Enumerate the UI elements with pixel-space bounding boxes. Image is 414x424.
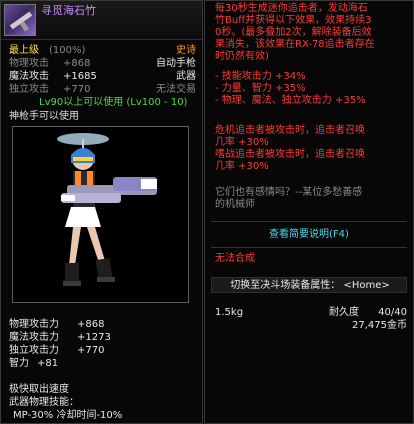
flavor-line: 它们也有感情吗？--某位多愁善感 — [215, 187, 363, 198]
flavor-line: 的机械师 — [215, 199, 255, 210]
attr-value: +770 — [63, 84, 91, 95]
item-grade-pct: (100%) — [49, 45, 86, 56]
base-attr-row-2: 魔法攻击 +1685 武器 — [1, 71, 202, 83]
effect-line: 竹Buff并获得以下效果，效果持续3 — [215, 15, 372, 26]
base-attr-row-1: 物理攻击 +868 自动手枪 — [1, 58, 202, 70]
durability-value: 40/40 — [378, 307, 407, 318]
crisis-line: 几率 +30% — [215, 161, 269, 172]
skill-bonus: MP-30% 冷却时间-10% — [13, 410, 123, 421]
divider — [211, 221, 407, 222]
bonus-stat-value: +1273 — [77, 332, 111, 343]
gunner-avatar-figure — [57, 133, 157, 286]
bonus-stat-value: +868 — [77, 319, 105, 330]
pistol-item-icon — [4, 4, 36, 36]
view-brief-link[interactable]: 查看简要说明(F4) — [205, 229, 413, 241]
item-type-secondary: 武器 — [176, 71, 196, 82]
effect-line: 果消失，该效果在RX-78追击者存在 — [215, 39, 375, 50]
effect-bullet: - 物理、魔法、独立攻击力 +35% — [215, 95, 366, 106]
item-grade: 最上级 — [9, 45, 39, 56]
flavor-text: 它们也有感情吗？--某位多愁善感 的机械师 — [215, 187, 411, 211]
crisis-line: 嗜战追击者被攻击时，追击者召唤 — [215, 149, 365, 160]
item-price: 27,475金币 — [352, 320, 407, 331]
crisis-line: 危机追击者被攻击时，追击者召唤 — [215, 125, 365, 136]
attr-label: 魔法攻击 — [9, 71, 49, 82]
switch-attr-button[interactable]: 切换至决斗场装备属性： <Home> — [211, 277, 407, 293]
effect-bullet: - 力量、智力 +35% — [215, 83, 306, 94]
divider — [211, 247, 407, 248]
crisis-line: 几率 +30% — [215, 137, 269, 148]
crisis-effect: 危机追击者被攻击时，追击者召唤 几率 +30% 嗜战追击者被攻击时，追击者召唤 … — [215, 125, 411, 173]
item-weight: 1.5kg — [215, 307, 244, 318]
attr-value: +1685 — [63, 71, 97, 82]
character-preview-image — [12, 126, 189, 303]
no-synthesis-label: 无法合成 — [215, 253, 255, 264]
effect-bullet: - 技能攻击力 +34% — [215, 71, 306, 82]
bonus-stat-label: 魔法攻击力 — [9, 332, 59, 343]
job-requirement: 神枪手可以使用 — [9, 111, 79, 122]
attr-label: 独立攻击 — [9, 84, 49, 95]
attr-value: +868 — [63, 58, 91, 69]
bonus-stat-value: +770 — [77, 345, 105, 356]
bonus-stat-value: +81 — [37, 358, 59, 369]
switch-attr-label: 切换至决斗场装备属性： <Home> — [230, 280, 390, 291]
base-attr-row-3: 独立攻击 +770 无法交易 — [1, 84, 202, 96]
bonus-stat-label: 物理攻击力 — [9, 319, 59, 330]
untradeable-label: 无法交易 — [156, 84, 196, 95]
bonus-stat-label: 独立攻击力 — [9, 345, 59, 356]
effect-line: 0秒。(最多叠加2次，解除装备后效 — [215, 27, 372, 38]
level-requirement: Lv90以上可以使用 (Lv100 - 10) — [39, 97, 188, 108]
effect-bullets: - 技能攻击力 +34% - 力量、智力 +35% - 物理、魔法、独立攻击力 … — [215, 71, 411, 107]
item-name: 寻觅海石竹 — [41, 4, 96, 17]
item-tooltip-right: 每30秒生成迷你追击者，发动海石 竹Buff并获得以下效果，效果持续3 0秒。(… — [204, 0, 414, 424]
effect-line: 时仍然有效) — [215, 51, 269, 62]
effect-description: 每30秒生成迷你追击者，发动海石 竹Buff并获得以下效果，效果持续3 0秒。(… — [215, 3, 411, 63]
durability-label: 耐久度 — [329, 307, 359, 318]
item-tooltip-left: 寻觅海石竹 最上级 (100%) 史诗 物理攻击 +868 自动手枪 魔法攻击 … — [0, 0, 203, 424]
skill-title: 武器物理技能： — [9, 397, 79, 408]
attr-label: 物理攻击 — [9, 58, 49, 69]
item-rarity: 史诗 — [176, 45, 196, 56]
grade-row: 最上级 (100%) 史诗 — [1, 45, 202, 57]
bonus-stat-label: 智力 — [9, 358, 29, 369]
effect-line: 每30秒生成迷你追击者，发动海石 — [215, 3, 368, 14]
draw-speed: 极快取出速度 — [9, 384, 69, 395]
item-type-primary: 自动手枪 — [156, 58, 196, 69]
item-header: 寻觅海石竹 — [1, 1, 202, 40]
